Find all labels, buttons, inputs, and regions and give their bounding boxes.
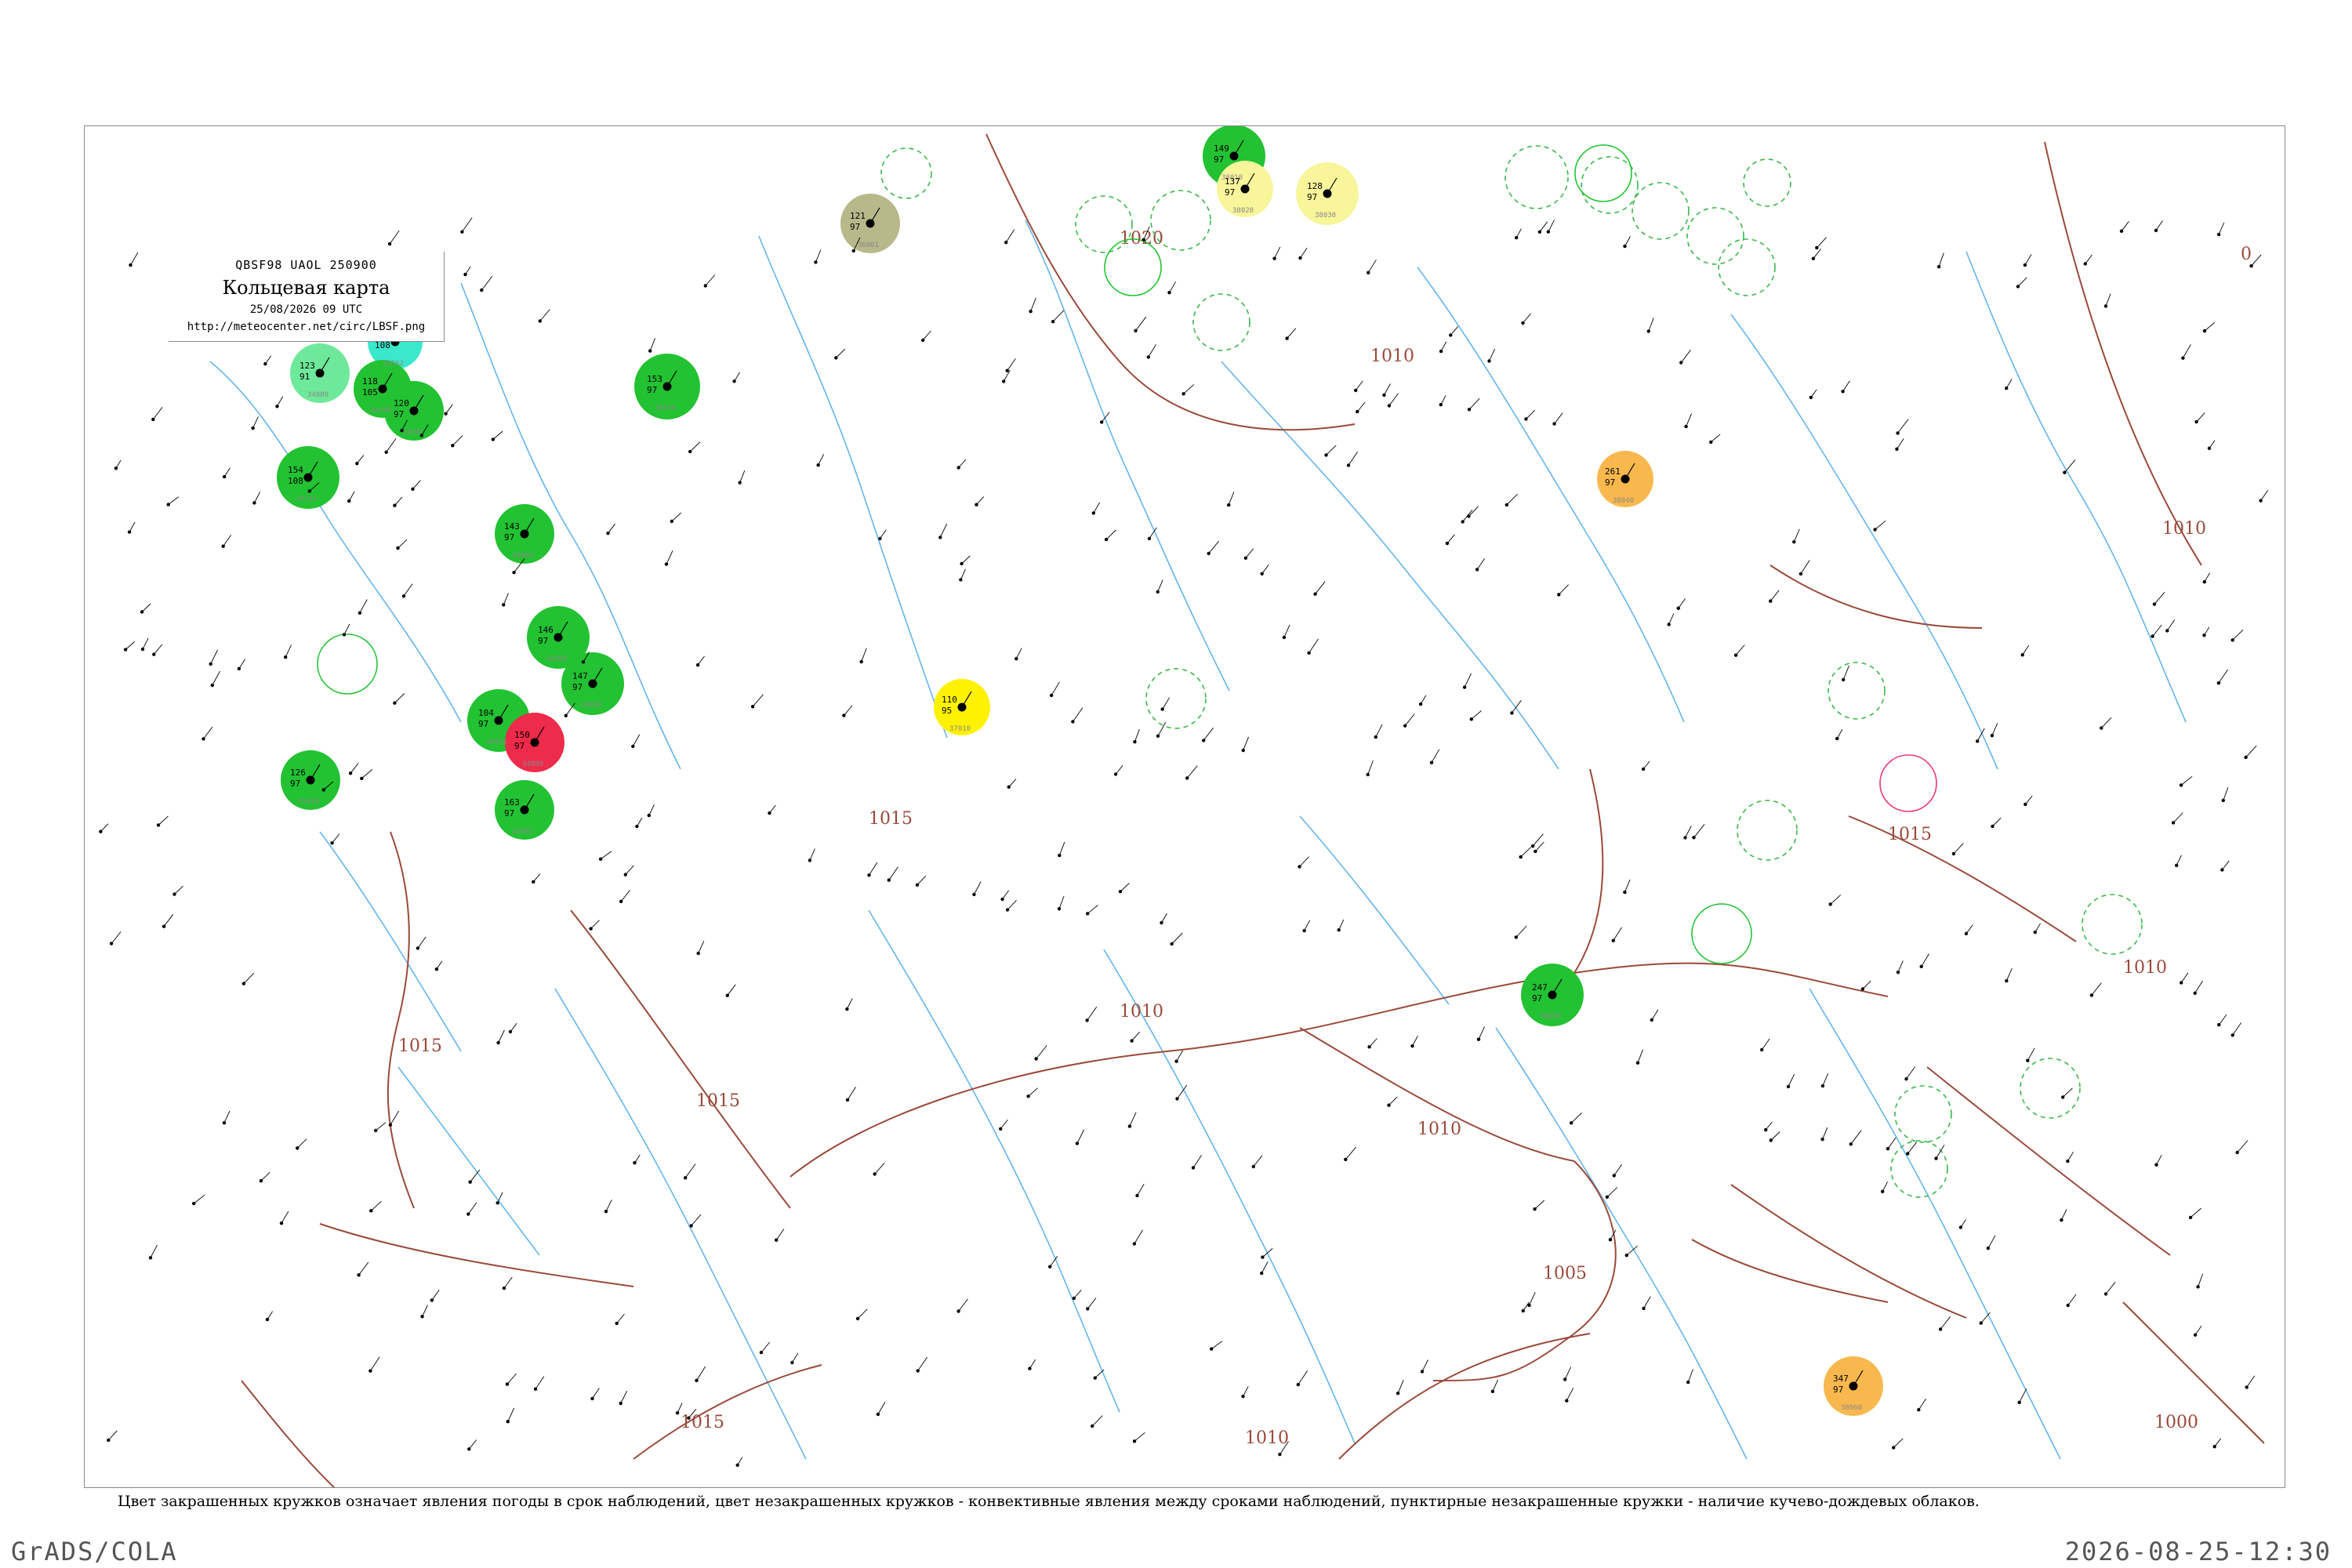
station-temp: 147 <box>572 671 588 681</box>
isobar-label: 1015 <box>1888 825 1932 844</box>
convective-circles <box>317 144 1937 964</box>
isobar-label: 1010 <box>1245 1428 1289 1448</box>
station-pressure: 97 <box>478 719 488 729</box>
station-temp: 150 <box>514 730 530 740</box>
station-pressure: 97 <box>572 682 583 692</box>
station-temp: 128 <box>1307 181 1323 191</box>
station-id: 34858 <box>580 702 601 710</box>
station-temp: 123 <box>299 361 315 371</box>
station-pressure: 97 <box>1532 993 1542 1004</box>
station-temp: 126 <box>290 768 306 778</box>
station-pressure: 97 <box>1833 1385 1843 1395</box>
station-pressure: 97 <box>647 385 657 395</box>
station-pressure: 97 <box>1225 187 1235 198</box>
isobar-label: 1010 <box>1370 347 1414 366</box>
map-header: QBSF98 UAOL 250900 Кольцевая карта 25/08… <box>169 252 445 342</box>
station-id: 38030 <box>1315 212 1336 220</box>
station-temp: 110 <box>942 695 957 705</box>
station-id: 34880 <box>522 760 543 768</box>
station-id: 34002 <box>512 828 533 836</box>
bulletin-code: QBSF98 UAOL 250900 <box>235 258 377 272</box>
station-pressure: 97 <box>394 409 404 419</box>
station-temp: 153 <box>647 374 662 384</box>
station-temp: 137 <box>1225 176 1240 187</box>
station-id: 38040 <box>1613 497 1634 505</box>
isobar-label: 1015 <box>696 1091 740 1111</box>
station-id: 38050 <box>1540 1013 1561 1021</box>
map-title: Кольцевая карта <box>222 277 390 299</box>
weather-circles <box>197 126 1883 1416</box>
station-id: 37010 <box>949 725 971 733</box>
station-temp: 104 <box>478 708 494 718</box>
station-id: 35010 <box>298 798 319 806</box>
station-pressure: 97 <box>850 222 860 232</box>
isobar-label: 1010 <box>2162 519 2206 539</box>
station-pressure: 97 <box>1605 477 1615 488</box>
legend-caption: Цвет закрашенных кружков означает явлени… <box>118 1493 1980 1510</box>
station-id: 34009 <box>307 391 328 399</box>
source-url[interactable]: http://meteocenter.net/circ/LBSF.png <box>169 321 444 333</box>
isobar-label: 1015 <box>869 809 913 829</box>
station-id: 33562 <box>383 360 404 368</box>
station-pressure: 108 <box>288 476 303 486</box>
station-id: 33699 <box>401 429 423 437</box>
station-id: 34721 <box>296 495 317 503</box>
station-temp: 261 <box>1605 466 1621 477</box>
cb-indicators <box>880 145 2143 1198</box>
station-temp: 154 <box>288 465 303 475</box>
station-id: 34560 <box>546 655 567 663</box>
station-id: 34809 <box>512 552 533 560</box>
isobar-label: 1020 <box>1120 229 1163 249</box>
station-pressure: 97 <box>290 779 300 789</box>
station-id: 38060 <box>1841 1404 1862 1412</box>
station-pressure: 91 <box>299 372 310 382</box>
station-pressure: 97 <box>538 636 548 646</box>
station-id: 34922 <box>486 739 507 746</box>
station-pressure: 97 <box>1214 154 1224 165</box>
station-temp: 143 <box>504 521 520 532</box>
station-temp: 118 <box>362 376 378 387</box>
station-temp: 146 <box>538 625 554 635</box>
station-temp: 121 <box>850 211 866 221</box>
station-temp: 149 <box>1214 143 1229 154</box>
isobar-label: 1010 <box>1120 1002 1163 1022</box>
render-timestamp: 2026-08-25-12:30 <box>2064 1537 2332 1566</box>
isobar-label: 1015 <box>681 1413 724 1432</box>
station-pressure: 97 <box>1307 192 1317 202</box>
station-temp: 247 <box>1532 982 1548 993</box>
brand-label: GrADS/COLA <box>11 1537 178 1566</box>
station-pressure: 97 <box>504 532 514 543</box>
observation-time: 25/08/2026 09 UTC <box>249 303 363 316</box>
isobar-label: 1010 <box>2123 958 2167 978</box>
isobar-label: 1000 <box>2154 1413 2198 1432</box>
station-id: 36001 <box>858 241 879 249</box>
station-id: 38020 <box>1232 207 1254 215</box>
station-id: 34519 <box>655 405 676 412</box>
isobar-label: 1010 <box>1417 1120 1461 1139</box>
station-temp: 163 <box>504 797 520 808</box>
weather-map: 1010 1015 1010 1015 1010 1005 1010 1015 … <box>84 125 2285 1488</box>
station-pressure: 97 <box>504 808 514 818</box>
station-pressure: 97 <box>514 741 524 751</box>
isobar-label: 0 <box>2241 245 2252 264</box>
station-pressure: 95 <box>942 706 952 716</box>
isobar-label: 1005 <box>1543 1264 1587 1283</box>
isobar-label: 1015 <box>398 1036 442 1056</box>
station-temp: 120 <box>394 398 409 408</box>
station-pressure: 105 <box>362 387 378 397</box>
station-id: 34240 <box>370 407 391 415</box>
station-temp: 347 <box>1833 1374 1849 1384</box>
